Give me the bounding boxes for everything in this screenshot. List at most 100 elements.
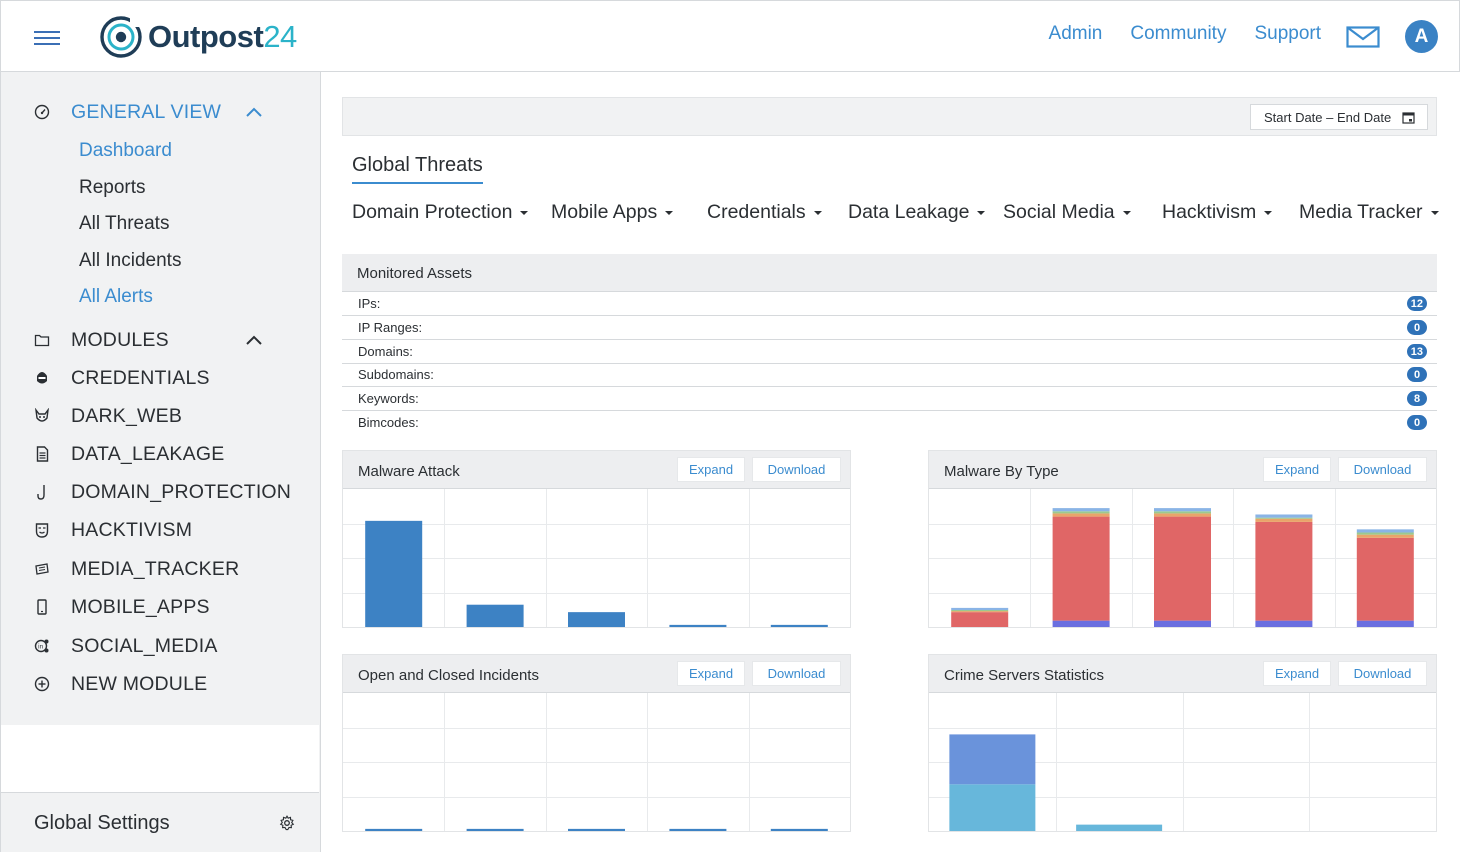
nav-community-link[interactable]: Community	[1130, 23, 1226, 45]
bar[interactable]	[466, 604, 524, 627]
sidebar-item-data-leakage[interactable]: DATA_LEAKAGE	[0, 442, 319, 466]
bar[interactable]	[770, 624, 828, 627]
bar[interactable]	[365, 828, 423, 831]
global-settings-link[interactable]: Global Settings	[34, 812, 170, 835]
asset-row-ips: IPs: 12	[342, 292, 1437, 316]
document-icon	[33, 445, 51, 463]
open-closed-incidents-chart	[343, 693, 850, 831]
sidebar-section-modules[interactable]: MODULES	[0, 328, 319, 352]
stacked-bar-segment[interactable]	[1356, 529, 1414, 533]
stacked-bar-segment[interactable]	[949, 734, 1036, 785]
category-media-tracker[interactable]: Media Tracker	[1299, 201, 1439, 224]
user-avatar[interactable]: A	[1405, 20, 1438, 53]
nav-admin-link[interactable]: Admin	[1049, 23, 1103, 45]
panel-header: Malware By Type Expand Download	[929, 451, 1436, 489]
expand-button[interactable]: Expand	[677, 457, 745, 482]
caret-down-icon	[665, 210, 674, 215]
stacked-bar-segment[interactable]	[1076, 824, 1163, 831]
brand-logo[interactable]: Outpost24	[100, 15, 297, 59]
category-label: Media Tracker	[1299, 201, 1423, 223]
nav-support-link[interactable]: Support	[1254, 23, 1321, 45]
expand-button[interactable]: Expand	[1263, 661, 1331, 686]
chevron-up-icon[interactable]	[245, 334, 263, 346]
sidebar-blank-area	[1, 725, 319, 793]
download-button[interactable]: Download	[752, 661, 841, 686]
mail-icon[interactable]	[1346, 26, 1380, 48]
bar[interactable]	[770, 828, 828, 831]
hamburger-menu-icon[interactable]	[34, 29, 60, 47]
asset-label: IPs:	[358, 296, 381, 311]
stacked-bar-segment[interactable]	[1356, 537, 1414, 621]
top-header: Outpost24 Admin Community Support A	[0, 0, 1460, 72]
sidebar-item-new-module[interactable]: NEW MODULE	[0, 672, 319, 696]
sidebar-section-general-view[interactable]: GENERAL VIEW	[0, 100, 319, 124]
sidebar-item-dashboard[interactable]: Dashboard	[79, 140, 172, 162]
chevron-up-icon[interactable]	[245, 106, 263, 118]
stacked-bar-segment[interactable]	[1154, 516, 1211, 621]
sidebar-item-all-threats[interactable]: All Threats	[79, 213, 169, 235]
stacked-bar-segment[interactable]	[1255, 514, 1313, 518]
stacked-bar-segment[interactable]	[1356, 532, 1414, 535]
stacked-bar-segment[interactable]	[1356, 534, 1414, 538]
sidebar-item-label: NEW MODULE	[71, 672, 208, 695]
sidebar-item-all-alerts[interactable]: All Alerts	[79, 286, 153, 308]
stacked-bar-segment[interactable]	[1154, 513, 1211, 517]
sidebar-item-social-media[interactable]: in SOCIAL_MEDIA	[0, 634, 319, 658]
stacked-bar-segment[interactable]	[1255, 521, 1313, 621]
tab-global-threats[interactable]: Global Threats	[352, 154, 483, 184]
expand-button[interactable]: Expand	[677, 661, 745, 686]
stacked-bar-segment[interactable]	[1356, 620, 1414, 627]
stacked-bar-segment[interactable]	[1052, 620, 1110, 627]
sidebar-item-domain-protection[interactable]: DOMAIN_PROTECTION	[0, 480, 319, 504]
crime-servers-chart	[929, 693, 1436, 831]
stacked-bar-segment[interactable]	[1052, 511, 1110, 514]
panel-header: Malware Attack Expand Download	[343, 451, 850, 489]
download-button[interactable]: Download	[752, 457, 841, 482]
chart-plot-area	[343, 489, 850, 627]
bar[interactable]	[466, 828, 524, 831]
asset-row-ip-ranges: IP Ranges: 0	[342, 316, 1437, 340]
date-range-label: Start Date – End Date	[1264, 109, 1392, 125]
stacked-bar-segment[interactable]	[951, 612, 1009, 627]
category-data-leakage[interactable]: Data Leakage	[848, 201, 986, 224]
stacked-bar-segment[interactable]	[949, 784, 1036, 831]
stacked-bar-segment[interactable]	[951, 607, 1009, 611]
category-mobile-apps[interactable]: Mobile Apps	[551, 201, 674, 224]
bar[interactable]	[365, 520, 423, 627]
bar[interactable]	[669, 828, 727, 831]
stacked-bar-segment[interactable]	[951, 611, 1009, 613]
category-label: Data Leakage	[848, 201, 970, 223]
stacked-bar-segment[interactable]	[1255, 518, 1313, 522]
download-button[interactable]: Download	[1338, 457, 1427, 482]
sidebar-item-label: CREDENTIALS	[71, 366, 210, 389]
stacked-bar-segment[interactable]	[1052, 508, 1110, 512]
sidebar-item-reports[interactable]: Reports	[79, 177, 146, 199]
stacked-bar-segment[interactable]	[1052, 513, 1110, 517]
category-social-media[interactable]: Social Media	[1003, 201, 1131, 224]
sidebar-item-hacktivism[interactable]: HACKTIVISM	[0, 518, 319, 542]
sidebar-item-credentials[interactable]: CREDENTIALS	[0, 366, 319, 390]
sidebar-item-media-tracker[interactable]: MEDIA_TRACKER	[0, 557, 319, 581]
stacked-bar-segment[interactable]	[1255, 517, 1313, 519]
stacked-bar-segment[interactable]	[1255, 620, 1313, 627]
sidebar-item-dark-web[interactable]: DARK_WEB	[0, 404, 319, 428]
stacked-bar-segment[interactable]	[1052, 516, 1110, 621]
download-button[interactable]: Download	[1338, 661, 1427, 686]
category-credentials[interactable]: Credentials	[707, 201, 822, 224]
count-badge: 0	[1407, 320, 1427, 335]
bar[interactable]	[669, 624, 727, 627]
date-range-picker[interactable]: Start Date – End Date	[1250, 104, 1428, 130]
expand-button[interactable]: Expand	[1263, 457, 1331, 482]
stacked-bar-segment[interactable]	[1154, 511, 1211, 514]
stacked-bar-segment[interactable]	[1154, 508, 1211, 512]
stacked-bar-segment[interactable]	[951, 610, 1009, 612]
sidebar-item-all-incidents[interactable]: All Incidents	[79, 250, 181, 272]
bar[interactable]	[568, 612, 625, 627]
stacked-bar-segment[interactable]	[1154, 620, 1211, 627]
bar[interactable]	[568, 828, 625, 831]
devil-icon	[33, 407, 51, 425]
sidebar-item-mobile-apps[interactable]: MOBILE_APPS	[0, 595, 319, 619]
category-domain-protection[interactable]: Domain Protection	[352, 201, 529, 224]
gear-icon[interactable]	[279, 815, 295, 831]
category-hacktivism[interactable]: Hacktivism	[1162, 201, 1273, 224]
